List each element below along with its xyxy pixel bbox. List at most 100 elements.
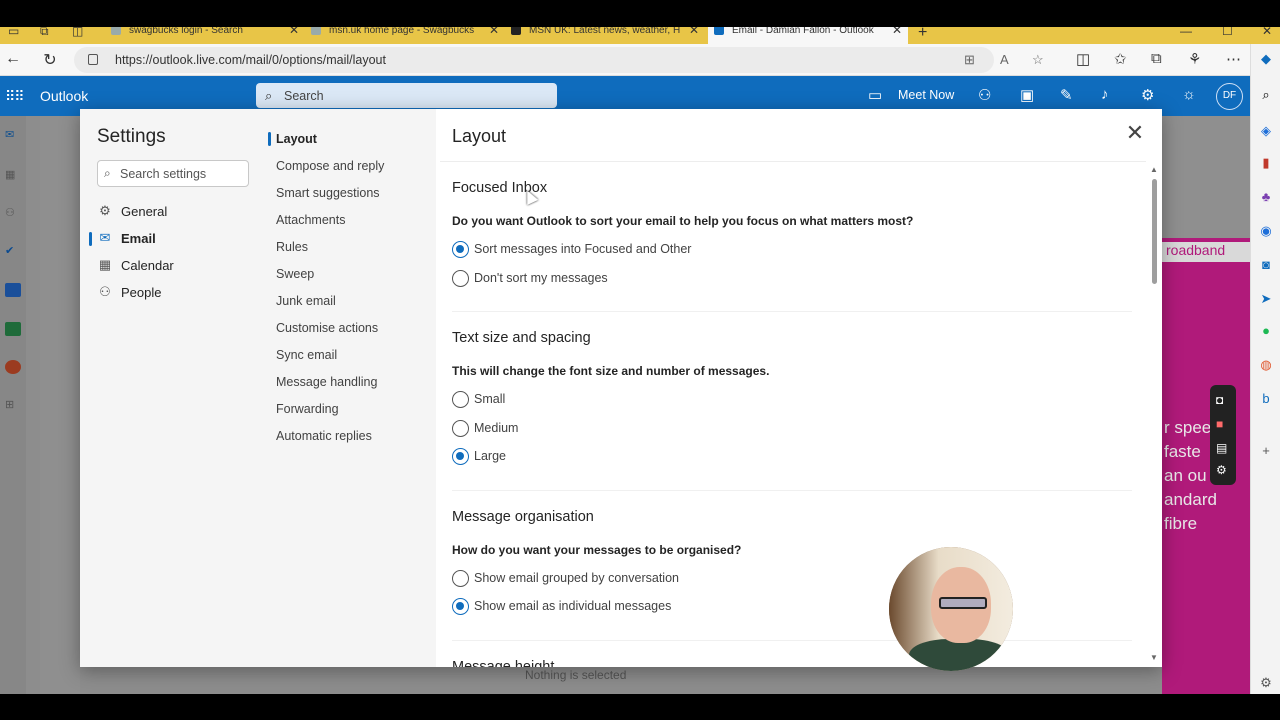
browser-tab[interactable]: MSN UK: Latest news, weather, H ✕ — [505, 27, 705, 44]
address-bar[interactable]: https://outlook.live.com/mail/0/options/… — [74, 47, 1044, 73]
subitem-forwarding[interactable]: Forwarding — [276, 402, 339, 416]
radio-label[interactable]: Large — [474, 449, 506, 463]
meet-now-button[interactable]: Meet Now — [898, 88, 954, 102]
radio-label[interactable]: Show email grouped by conversation — [474, 571, 679, 585]
subitem-compose-and-reply[interactable]: Compose and reply — [276, 159, 384, 173]
spotify-icon[interactable]: ● — [1259, 324, 1273, 338]
radio-label[interactable]: Medium — [474, 421, 518, 435]
briefcase-icon[interactable]: ▮ — [1259, 156, 1273, 170]
calendar-icon[interactable]: ▦ — [5, 168, 21, 182]
outlook-brand[interactable]: Outlook — [40, 88, 88, 104]
section-divider — [452, 490, 1132, 491]
subitem-junk-email[interactable]: Junk email — [276, 294, 336, 308]
sidebar-settings-icon[interactable]: ⚙ — [1259, 676, 1273, 690]
excel-icon[interactable] — [5, 322, 21, 336]
browser-tab[interactable]: msn.uk home page - Swagbucks ✕ — [305, 27, 505, 44]
app-launcher-icon[interactable]: ⠿⠿ — [5, 88, 24, 105]
radio-button[interactable] — [452, 420, 469, 437]
new-tab-icon[interactable]: + — [918, 27, 927, 42]
scrollbar[interactable] — [1152, 179, 1157, 284]
send-icon[interactable]: ➤ — [1259, 292, 1273, 306]
capture-settings-icon[interactable]: ⚙ — [1216, 463, 1227, 477]
apps-icon[interactable]: ⊞ — [964, 52, 975, 68]
lightbulb-icon[interactable]: ☼ — [1182, 86, 1196, 103]
search-icon[interactable]: ⌕ — [1259, 88, 1273, 102]
tab-actions-icon[interactable]: ▭ — [8, 27, 19, 38]
subitem-layout[interactable]: Layout — [268, 132, 317, 146]
gallery-icon[interactable]: ▤ — [1216, 441, 1227, 455]
m365-icon[interactable]: ◉ — [1259, 224, 1273, 238]
refresh-icon[interactable]: ↻ — [40, 50, 60, 70]
more-apps-icon[interactable]: ⊞ — [5, 398, 21, 412]
word-icon[interactable] — [5, 283, 21, 297]
subitem-sweep[interactable]: Sweep — [276, 267, 314, 281]
teams-icon[interactable]: ⚇ — [978, 86, 991, 104]
radio-button[interactable] — [452, 598, 469, 615]
subitem-customise-actions[interactable]: Customise actions — [276, 321, 378, 335]
section-divider — [452, 640, 1132, 641]
url-text[interactable]: https://outlook.live.com/mail/0/options/… — [115, 53, 386, 67]
radio-label[interactable]: Show email as individual messages — [474, 599, 671, 613]
games-icon[interactable]: ♣ — [1259, 190, 1273, 204]
powerpoint-icon[interactable] — [5, 360, 21, 374]
read-aloud-icon[interactable]: A — [1000, 52, 1009, 67]
copilot-icon[interactable]: ◆ — [1259, 52, 1273, 66]
subitem-smart-suggestions[interactable]: Smart suggestions — [276, 186, 380, 200]
subitem-rules[interactable]: Rules — [276, 240, 308, 254]
close-tab-icon[interactable]: ✕ — [892, 27, 902, 36]
collections-icon[interactable]: ⧉ — [1151, 50, 1162, 67]
subitem-attachments[interactable]: Attachments — [276, 213, 345, 227]
subitem-sync-email[interactable]: Sync email — [276, 348, 337, 362]
close-tab-icon[interactable]: ✕ — [689, 27, 699, 36]
tag-icon[interactable]: ◈ — [1259, 124, 1273, 138]
add-icon[interactable]: + — [1259, 444, 1273, 458]
avatar[interactable]: DF — [1216, 83, 1243, 110]
close-tab-icon[interactable]: ✕ — [489, 27, 499, 36]
radio-label[interactable]: Don't sort my messages — [474, 271, 608, 285]
scroll-up-arrow-icon[interactable]: ▲ — [1150, 165, 1158, 174]
radio-button[interactable] — [452, 241, 469, 258]
scroll-down-arrow-icon[interactable]: ▼ — [1150, 653, 1158, 662]
more-menu-icon[interactable]: ⋯ — [1226, 50, 1241, 68]
bell-icon[interactable]: ♪ — [1101, 86, 1109, 103]
close-icon[interactable]: ✕ — [1125, 122, 1145, 144]
mail-icon[interactable]: ✉ — [5, 128, 21, 142]
radio-button[interactable] — [452, 391, 469, 408]
favorites-icon[interactable]: ✩ — [1114, 50, 1127, 68]
people-icon[interactable]: ⚇ — [5, 206, 21, 220]
duckduckgo-icon[interactable]: ◍ — [1259, 358, 1273, 372]
workspaces-icon[interactable]: ⧉ — [40, 27, 49, 39]
maximize-icon[interactable]: ☐ — [1222, 27, 1233, 38]
close-window-icon[interactable]: ✕ — [1262, 27, 1272, 38]
notes-icon[interactable]: ✎ — [1060, 86, 1073, 104]
gear-icon[interactable]: ⚙ — [1141, 86, 1154, 104]
minimize-icon[interactable]: — — [1180, 27, 1192, 38]
bing-icon[interactable]: b — [1259, 392, 1273, 406]
radio-label[interactable]: Sort messages into Focused and Other — [474, 242, 691, 256]
settings-search-box[interactable]: ⌕ — [97, 160, 249, 187]
section-heading-message-height: Message height — [452, 659, 555, 667]
outlook-icon[interactable]: ◙ — [1259, 258, 1273, 272]
video-icon[interactable]: ▭ — [868, 86, 882, 104]
radio-button[interactable] — [452, 448, 469, 465]
split-screen-icon[interactable]: ◫ — [1076, 50, 1090, 68]
radio-button[interactable] — [452, 270, 469, 287]
radio-label[interactable]: Small — [474, 392, 505, 406]
subitem-automatic-replies[interactable]: Automatic replies — [276, 429, 372, 443]
camera-icon[interactable]: ◘ — [1216, 393, 1223, 407]
settings-search-input[interactable] — [120, 164, 245, 184]
favorite-star-icon[interactable]: ☆ — [1032, 52, 1044, 68]
todo-icon[interactable]: ✔ — [5, 244, 21, 258]
browser-tab[interactable]: swagbucks login - Search ✕ — [105, 27, 305, 44]
close-tab-icon[interactable]: ✕ — [289, 27, 299, 36]
back-arrow-icon[interactable]: ← — [3, 50, 23, 68]
outlook-search-box[interactable]: ⌕ Search — [256, 83, 557, 108]
subitem-message-handling[interactable]: Message handling — [276, 375, 377, 389]
vertical-tabs-icon[interactable]: ◫ — [72, 27, 83, 38]
browser-tab-active[interactable]: Email - Damian Fallon - Outlook ✕ — [708, 27, 908, 44]
extensions-icon[interactable]: ⚘ — [1188, 50, 1201, 68]
app-rail: ✉ ▦ ⚇ ✔ ⊞ — [0, 116, 26, 694]
office-icon[interactable]: ▣ — [1020, 86, 1034, 104]
radio-button[interactable] — [452, 570, 469, 587]
record-icon[interactable]: ■ — [1216, 417, 1223, 431]
